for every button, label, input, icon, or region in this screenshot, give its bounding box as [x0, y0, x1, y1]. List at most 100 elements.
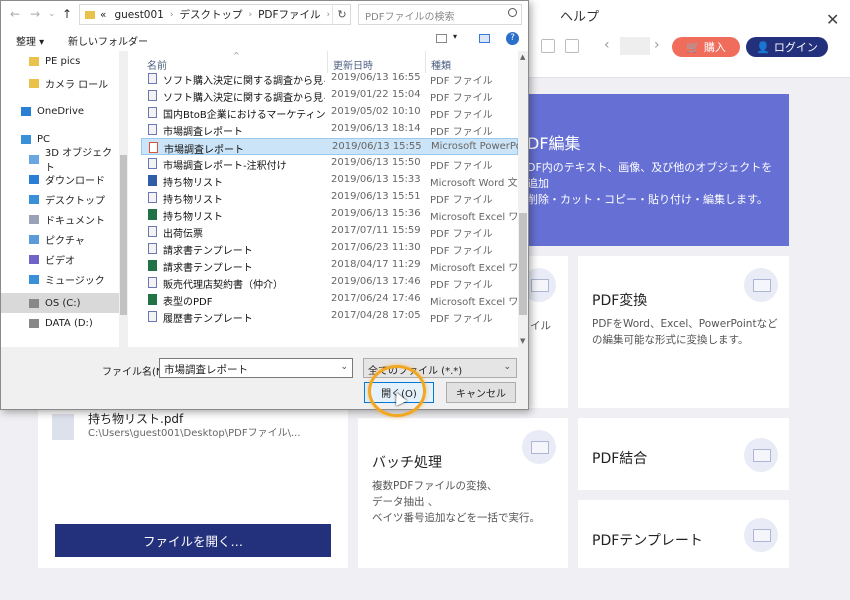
nav-scrollbar[interactable] [119, 51, 128, 347]
file-row[interactable]: 市場調査レポート 2019/06/13 15:55 Microsoft PowerP… [141, 138, 519, 156]
view-options-icon[interactable] [436, 34, 447, 43]
edit-desc: DF内のテキスト、画像、及び他のオブジェクトを追加 削除・カット・コピー・貼り付… [527, 160, 777, 208]
new-folder-button[interactable]: 新しいフォルダー [68, 33, 148, 48]
file-name: 持ち物リスト [163, 212, 223, 223]
address-bar[interactable]: « guest001 › デスクトップ › PDFファイル › [79, 4, 351, 25]
search-input[interactable]: PDFファイルの検索 [358, 4, 522, 25]
recent-file-path: C:\Users\guest001\Desktop\PDFファイル\... [88, 428, 301, 439]
pdf-file-icon [148, 277, 157, 288]
edit-title: DF編集 [527, 134, 581, 153]
organize-button[interactable]: 整理 ▾ [16, 33, 44, 48]
close-icon[interactable]: ✕ [826, 10, 839, 29]
chevron-down-icon[interactable]: ⌄ [503, 362, 511, 372]
login-button[interactable]: 👤 ログイン [746, 37, 828, 57]
file-row[interactable]: ソフト購入決定に関する調査から見る～... 2019/06/13 16:55 PDF… [141, 70, 518, 87]
file-row[interactable]: 持ち物リスト 2019/06/13 15:33 Microsoft Word 文書 [141, 172, 518, 189]
file-row[interactable]: 請求書テンプレート 2018/04/17 11:29 Microsoft Excel… [141, 257, 518, 274]
preview-pane-icon[interactable] [479, 34, 490, 43]
file-date: 2019/06/13 15:55 [332, 141, 422, 152]
next-page-icon[interactable]: › [654, 37, 660, 53]
file-row[interactable]: 販売代理店契約書（仲介） 2019/06/13 17:46 PDF ファイル [141, 274, 518, 291]
edit-desc-line2: 削除・カット・コピー・貼り付け・編集します。 [527, 193, 768, 206]
file-list-scrollbar[interactable]: ▲ ▼ [518, 51, 528, 347]
card-merge[interactable]: PDF結合 [578, 418, 789, 490]
file-row[interactable]: 持ち物リスト 2019/06/13 15:51 PDF ファイル [141, 189, 518, 206]
nav-item[interactable]: デスクトップ [1, 189, 121, 209]
file-row[interactable]: 履歴書テンプレート 2017/04/28 17:05 PDF ファイル [141, 308, 518, 325]
file-date: 2019/06/13 18:14 [331, 123, 421, 134]
cancel-button[interactable]: キャンセル [446, 382, 516, 403]
template-icon [744, 518, 778, 552]
refresh-icon[interactable]: ↻ [332, 4, 351, 25]
search-placeholder: PDFファイルの検索 [365, 12, 455, 23]
view-dropdown-icon[interactable]: ▾ [453, 32, 457, 41]
file-date: 2019/06/13 15:33 [331, 174, 421, 185]
file-date: 2019/01/22 15:04 [331, 89, 421, 100]
nav-item[interactable]: ビデオ [1, 249, 121, 269]
file-name: 市場調査レポート [164, 145, 244, 156]
file-row[interactable]: ソフト購入決定に関する調査から見る～... 2019/01/22 15:04 PDF… [141, 87, 518, 104]
help-icon[interactable]: ? [506, 32, 519, 45]
tool-icon-1[interactable] [541, 39, 555, 53]
file-row[interactable]: 市場調査レポート-注釈付け 2019/06/13 15:50 PDF ファイル [141, 155, 518, 172]
nav-item-label: ビデオ [45, 255, 75, 267]
nav-item[interactable]: 3D オブジェクト [1, 148, 121, 174]
file-type: Microsoft Excel ワー... [430, 263, 518, 274]
folder-icon [29, 56, 39, 66]
file-row[interactable]: 出荷伝票 2017/07/11 15:59 PDF ファイル [141, 223, 518, 240]
up-arrow-icon[interactable]: ↑ [62, 7, 72, 21]
nav-item[interactable]: ピクチャ [1, 229, 121, 249]
nav-item[interactable]: ダウンロード [1, 169, 121, 189]
nav-item-label: カメラ ロール [45, 79, 109, 91]
file-row[interactable]: 持ち物リスト 2019/06/13 15:36 Microsoft Excel ワー… [141, 206, 518, 223]
breadcrumb-pdf-folder[interactable]: PDFファイル [258, 7, 320, 22]
filename-input[interactable]: 市場調査レポート ⌄ [159, 358, 353, 378]
card-batch[interactable]: バッチ処理 複数PDFファイルの変換、 データ抽出 、 ベイツ番号追加などを一括… [358, 418, 568, 568]
file-type: PDF ファイル [430, 246, 493, 257]
buy-label: 購入 [703, 41, 726, 54]
file-type: Microsoft Word 文書 [430, 178, 518, 189]
nav-scroll-thumb[interactable] [120, 155, 127, 315]
scroll-down-icon[interactable]: ▼ [520, 337, 525, 345]
video-icon [29, 254, 39, 264]
prev-page-icon[interactable]: ‹ [604, 37, 610, 53]
forward-arrow-icon[interactable]: → [30, 7, 40, 21]
nav-item[interactable]: ミュージック [1, 269, 121, 289]
card-template[interactable]: PDFテンプレート [578, 500, 789, 568]
file-type: PDF ファイル [430, 110, 493, 121]
scroll-up-icon[interactable]: ▲ [520, 53, 525, 61]
page-number-box[interactable] [620, 37, 650, 55]
file-row[interactable]: 表型のPDF 2017/06/24 17:46 Microsoft Excel ワー… [141, 291, 518, 308]
convert-desc: PDFをWord、Excel、PowerPointなど の編集可能な形式に変換し… [592, 316, 778, 348]
pdf-file-icon [148, 158, 157, 169]
buy-button[interactable]: 🛒 購入 [672, 37, 740, 57]
batch-title: バッチ処理 [372, 455, 442, 471]
file-row[interactable]: 請求書テンプレート 2017/06/23 11:30 PDF ファイル [141, 240, 518, 257]
menu-help[interactable]: ヘルプ [560, 6, 599, 25]
open-file-button[interactable]: ファイルを開く… [55, 524, 331, 557]
back-arrow-icon[interactable]: ← [10, 7, 20, 21]
nav-item[interactable]: PE pics [1, 51, 121, 71]
file-list-scroll-thumb[interactable] [519, 213, 527, 315]
breadcrumb-overflow[interactable]: « [100, 9, 106, 21]
nav-item[interactable]: OS (C:) [1, 293, 121, 313]
pdf-edit-panel[interactable]: DF編集 DF内のテキスト、画像、及び他のオブジェクトを追加 削除・カット・コピ… [525, 94, 789, 246]
chevron-down-icon[interactable]: ⌄ [340, 362, 348, 372]
recent-locations-icon[interactable]: ⌄ [48, 9, 56, 19]
pdf-file-icon [148, 192, 157, 203]
merge-title: PDF結合 [592, 451, 648, 467]
nav-item[interactable]: カメラ ロール [1, 73, 121, 93]
nav-item[interactable]: DATA (D:) [1, 313, 121, 333]
nav-item-label: PE pics [45, 55, 81, 67]
file-row[interactable]: 国内BtoB企業におけるマーケティング活... 2019/05/02 10:10 P… [141, 104, 518, 121]
tool-icon-2[interactable] [565, 39, 579, 53]
nav-item[interactable]: ドキュメント [1, 209, 121, 229]
file-row[interactable]: 市場調査レポート 2019/06/13 18:14 PDF ファイル [141, 121, 518, 138]
file-name: ソフト購入決定に関する調査から見る～... [163, 76, 325, 87]
nav-item[interactable]: OneDrive [1, 101, 121, 121]
breadcrumb-guest001[interactable]: guest001 [114, 9, 163, 21]
card-convert[interactable]: PDF変換 PDFをWord、Excel、PowerPointなど の編集可能な… [578, 256, 789, 408]
breadcrumb-desktop[interactable]: デスクトップ [179, 7, 242, 22]
edit-desc-line1: DF内のテキスト、画像、及び他のオブジェクトを追加 [527, 161, 773, 190]
convert-desc-line1: PDFをWord、Excel、PowerPointなど [592, 318, 778, 330]
